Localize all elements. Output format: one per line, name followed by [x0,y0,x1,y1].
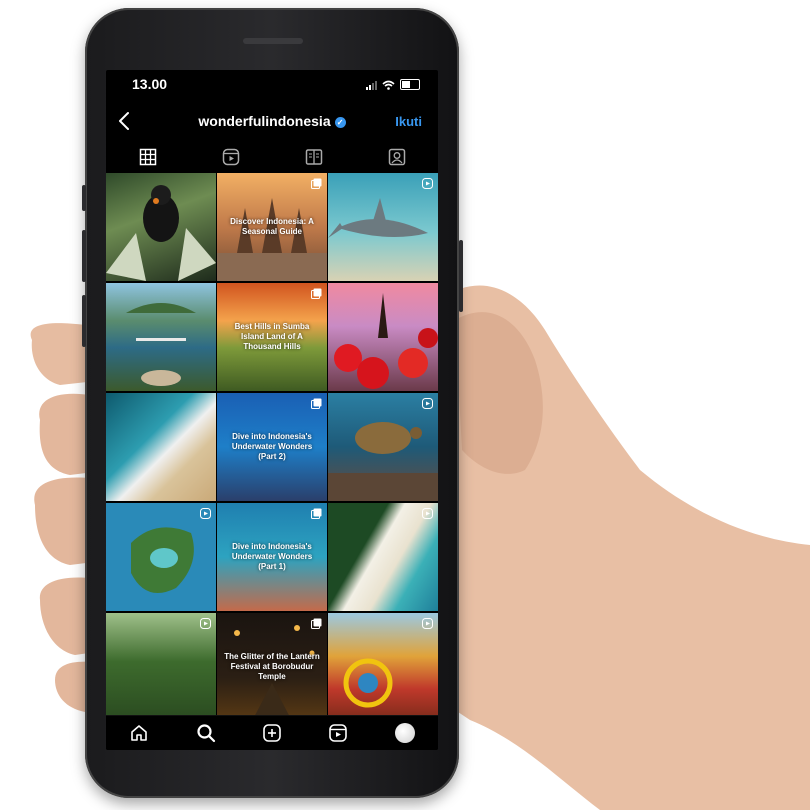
grid-post[interactable] [106,283,216,391]
island-view-photo [126,303,196,386]
phone-earpiece [243,38,303,44]
guide-icon [305,149,322,165]
reels-icon [222,148,239,166]
nav-search[interactable] [195,722,217,744]
grid-post[interactable] [106,503,216,611]
turtle-photo [328,422,438,501]
status-time: 13.00 [132,76,168,92]
follow-button[interactable]: Ikuti [395,114,422,129]
carousel-icon [311,508,322,519]
nav-profile[interactable] [394,722,416,744]
tab-reels[interactable] [189,144,272,170]
profile-avatar [394,723,415,743]
aerial-island-photo [131,527,194,593]
grid-post[interactable]: Dive into Indonesia's Underwater Wonders… [217,393,327,501]
reel-badge-icon [422,618,433,629]
battery-icon [400,79,420,90]
grid-post[interactable]: Dive into Indonesia's Underwater Wonders… [217,503,327,611]
reel-badge-icon [422,398,433,409]
nav-reels[interactable] [327,722,349,744]
grid-post[interactable] [328,613,438,721]
grid-post[interactable]: The Glitter of the Lantern Festival at B… [217,613,327,721]
profile-header: wonderfulindonesia ✓ Ikuti [106,106,438,136]
bottom-nav [106,715,438,750]
reel-badge-icon [200,508,211,519]
grid-post[interactable] [106,613,216,721]
tab-tagged[interactable] [355,144,438,170]
nav-home[interactable] [128,722,150,744]
phone-volume-up [82,230,86,282]
verified-badge-icon: ✓ [334,116,346,128]
app-screen: 13.00 wonderfulindonesia ✓ Ikuti Discove… [106,70,438,750]
post-caption: Dive into Indonesia's Underwater Wonders… [231,542,313,571]
post-caption: The Glitter of the Lantern Festival at B… [224,652,320,681]
add-post-icon [263,724,281,742]
grid-post[interactable]: Discover Indonesia: A Seasonal Guide [217,173,327,281]
profile-username: wonderfulindonesia [198,113,331,129]
monkey-photo [106,185,216,281]
carousel-icon [311,398,322,409]
reel-badge-icon [422,178,433,189]
shark-photo [328,198,428,238]
cellular-signal-icon [366,80,377,90]
profile-username-row: wonderfulindonesia ✓ [106,113,438,129]
wifi-icon [382,80,395,90]
grid-post[interactable] [106,173,216,281]
post-caption: Dive into Indonesia's Underwater Wonders… [231,432,313,461]
tab-guides[interactable] [272,144,355,170]
grid-post[interactable] [328,503,438,611]
carousel-icon [311,288,322,299]
reel-badge-icon [422,508,433,519]
home-icon [131,725,147,741]
carousel-icon [311,618,322,629]
reel-badge-icon [200,618,211,629]
carousel-icon [311,178,322,189]
grid-post[interactable] [328,393,438,501]
phone-power-button [459,240,463,312]
post-caption: Best Hills in Sumba Island Land of A Tho… [234,322,310,351]
post-caption: Discover Indonesia: A Seasonal Guide [230,217,314,236]
nav-create[interactable] [261,722,283,744]
search-icon [196,724,215,743]
phone-volume-down [82,295,86,347]
grid-post[interactable]: Best Hills in Sumba Island Land of A Tho… [217,283,327,391]
bali-temple-photo [334,293,438,389]
grid-post[interactable] [328,173,438,281]
tab-posts-grid[interactable] [106,144,189,170]
grid-post[interactable] [328,283,438,391]
grid-icon [139,148,156,166]
profile-tabs [106,144,438,170]
grid-post[interactable] [106,393,216,501]
posts-grid: Discover Indonesia: A Seasonal Guide Bes… [106,173,438,721]
reels-icon [329,724,348,742]
status-bar: 13.00 [106,70,438,100]
tagged-icon [388,148,405,166]
festival-ornament-photo [343,658,393,708]
phone-mute-switch [82,185,86,211]
